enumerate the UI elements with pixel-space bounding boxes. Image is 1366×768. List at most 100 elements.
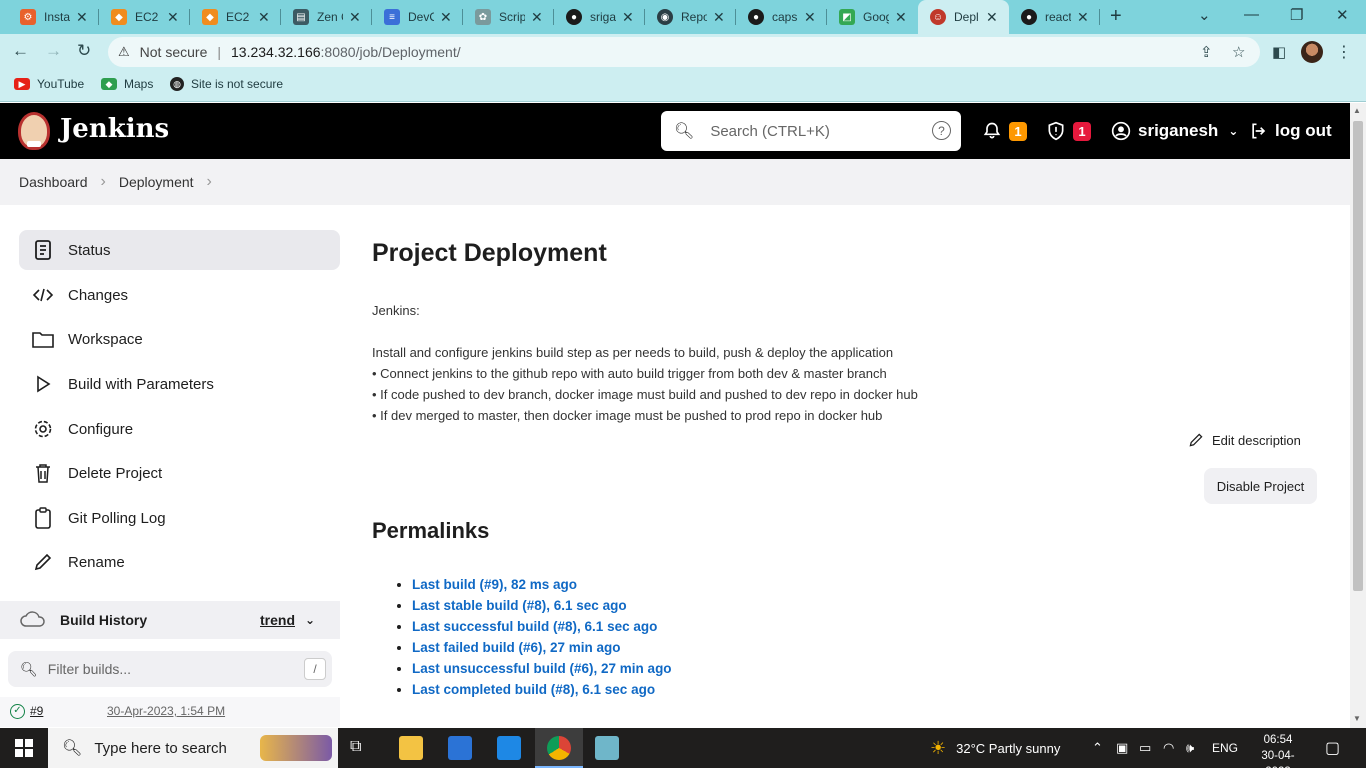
weather-widget[interactable]: ☀ 32°C Partly sunny <box>930 728 1060 768</box>
task-rename[interactable]: Rename <box>19 542 340 582</box>
close-tab-icon[interactable]: ✕ <box>895 9 907 26</box>
taskbar-search[interactable]: 🔍︎ Type here to search <box>48 728 338 768</box>
edit-description-link[interactable]: Edit description <box>1188 432 1301 448</box>
browser-tab[interactable]: ◆ EC2 I ✕ <box>99 0 190 34</box>
task-build-with-parameters[interactable]: Build with Parameters <box>19 364 340 404</box>
scrollbar-thumb[interactable] <box>1353 121 1363 591</box>
close-tab-icon[interactable]: ✕ <box>804 9 816 26</box>
list-item: Last failed build (#6), 27 min ago <box>412 637 672 658</box>
close-tab-icon[interactable]: ✕ <box>440 9 452 26</box>
logout-button[interactable]: log out <box>1249 103 1332 159</box>
minimize-icon[interactable]: — <box>1244 6 1259 23</box>
notification-center-icon[interactable]: ▢ <box>1325 728 1340 768</box>
browser-tab[interactable]: ◉ Repo ✕ <box>645 0 736 34</box>
task-git-polling-log[interactable]: Git Polling Log <box>19 498 340 538</box>
browser-tab[interactable]: ≡ DevO ✕ <box>372 0 463 34</box>
close-window-icon[interactable]: ✕ <box>1336 6 1349 24</box>
share-icon[interactable]: ⇪ <box>1200 43 1213 61</box>
close-tab-icon[interactable]: ✕ <box>1077 9 1089 26</box>
browser-tab[interactable]: ✿ Scrip ✕ <box>463 0 554 34</box>
chevron-down-icon[interactable]: ⌄ <box>305 613 315 627</box>
warning-icon[interactable]: ⚠ <box>118 44 130 60</box>
task-changes[interactable]: Changes <box>19 275 340 315</box>
bookmark-youtube[interactable]: ▶ YouTube <box>14 77 84 91</box>
browser-tab[interactable]: ◩ Goog ✕ <box>827 0 918 34</box>
bell-icon <box>983 122 1001 139</box>
build-date-link[interactable]: 30-Apr-2023, 1:54 PM <box>107 704 225 718</box>
close-tab-icon[interactable]: ✕ <box>167 9 179 26</box>
volume-icon[interactable]: 🕪︎ <box>1186 728 1194 768</box>
close-tab-icon[interactable]: ✕ <box>622 9 634 26</box>
new-tab-button[interactable]: + <box>1110 5 1122 28</box>
profile-avatar[interactable] <box>1301 41 1323 63</box>
security-button[interactable]: 1 <box>1046 103 1091 159</box>
task-configure[interactable]: Configure <box>19 409 340 449</box>
chevron-right-icon[interactable]: › <box>207 173 212 191</box>
permalink-last-unsuccessful[interactable]: Last unsuccessful build (#6), 27 min ago <box>412 661 672 676</box>
permalink-last-completed[interactable]: Last completed build (#8), 6.1 sec ago <box>412 682 655 697</box>
bookmark-site[interactable]: ◍ Site is not secure <box>170 77 283 91</box>
browser-tab[interactable]: ● caps ✕ <box>736 0 827 34</box>
close-tab-icon[interactable]: ✕ <box>531 9 543 26</box>
browser-tab[interactable]: ▤ Zen C ✕ <box>281 0 372 34</box>
build-number-link[interactable]: #9 <box>30 704 43 718</box>
close-tab-icon[interactable]: ✕ <box>258 9 270 26</box>
search-input[interactable]: 🔍︎ Search (CTRL+K) ? <box>661 111 961 151</box>
browser-tab[interactable]: ● sriga ✕ <box>554 0 645 34</box>
address-bar[interactable]: ⚠ Not secure | 13.234.32.166:8080/job/De… <box>108 37 1260 67</box>
mail-icon[interactable] <box>497 736 521 760</box>
jenkins-brand[interactable]: Jenkins <box>60 114 169 144</box>
user-menu[interactable]: sriganesh ⌄ <box>1111 103 1238 159</box>
chevron-right-icon[interactable]: › <box>101 173 106 191</box>
permalink-last-successful[interactable]: Last successful build (#8), 6.1 sec ago <box>412 619 657 634</box>
file-explorer-icon[interactable] <box>399 736 423 760</box>
trend-link[interactable]: trend <box>260 612 295 628</box>
breadcrumb-deployment[interactable]: Deployment <box>119 174 194 190</box>
permalink-last-failed[interactable]: Last failed build (#6), 27 min ago <box>412 640 621 655</box>
task-view-icon[interactable]: ⧉ <box>350 738 361 756</box>
bookmark-star-icon[interactable]: ☆ <box>1232 43 1245 61</box>
clock[interactable]: 06:54 30-04-2023 <box>1250 732 1306 768</box>
store-icon[interactable] <box>448 736 472 760</box>
windows-start-icon[interactable] <box>15 739 33 762</box>
back-icon[interactable]: ← <box>12 41 29 61</box>
help-icon[interactable]: ? <box>932 121 951 140</box>
tray-app-icon[interactable]: ▣ <box>1116 728 1128 768</box>
chrome-taskbar-button[interactable] <box>535 728 583 768</box>
filter-builds-input[interactable]: 🔍︎ Filter builds... / <box>8 651 332 687</box>
jenkins-logo[interactable] <box>18 112 50 150</box>
scroll-down-icon[interactable]: ▼ <box>1353 714 1361 723</box>
scroll-up-icon[interactable]: ▲ <box>1353 106 1361 115</box>
bookmark-maps[interactable]: ◆ Maps <box>101 77 153 91</box>
browser-tab-active[interactable]: ☺ Depl ✕ <box>918 0 1009 34</box>
restore-icon[interactable]: ❐ <box>1290 6 1303 24</box>
task-delete-project[interactable]: Delete Project <box>19 453 340 493</box>
browser-tab[interactable]: ● react ✕ <box>1009 0 1100 34</box>
tray-overflow-icon[interactable]: ⌃ <box>1092 728 1103 768</box>
notifications-button[interactable]: 1 <box>982 103 1027 159</box>
description-point: • Connect jenkins to the github repo wit… <box>372 366 887 381</box>
close-tab-icon[interactable]: ✕ <box>713 9 725 26</box>
page-scrollbar[interactable]: ▲ ▼ <box>1350 103 1366 728</box>
reload-icon[interactable]: ↻ <box>77 41 91 61</box>
close-tab-icon[interactable]: ✕ <box>986 9 998 26</box>
more-menu-icon[interactable]: ⋮ <box>1336 42 1352 62</box>
disable-project-button[interactable]: Disable Project <box>1204 468 1317 504</box>
language-indicator[interactable]: ENG <box>1212 728 1238 768</box>
task-status[interactable]: Status <box>19 230 340 270</box>
browser-tab[interactable]: ⚙ Insta ✕ <box>8 0 99 34</box>
forward-icon[interactable]: → <box>45 41 62 61</box>
wifi-icon[interactable]: ◠ <box>1163 728 1174 768</box>
close-tab-icon[interactable]: ✕ <box>349 9 361 26</box>
close-tab-icon[interactable]: ✕ <box>76 9 88 26</box>
app-icon[interactable] <box>595 736 619 760</box>
task-workspace[interactable]: Workspace <box>19 319 340 359</box>
permalink-last-stable[interactable]: Last stable build (#8), 6.1 sec ago <box>412 598 627 613</box>
breadcrumb-dashboard[interactable]: Dashboard <box>19 174 88 190</box>
side-panel-icon[interactable]: ◧ <box>1272 43 1286 61</box>
browser-tab[interactable]: ◆ EC2 I ✕ <box>190 0 281 34</box>
permalink-last-build[interactable]: Last build (#9), 82 ms ago <box>412 577 577 592</box>
build-row[interactable]: ✓ #9 30-Apr-2023, 1:54 PM <box>0 697 340 727</box>
tab-search-icon[interactable]: ⌄ <box>1198 6 1211 24</box>
battery-icon[interactable]: ▭ <box>1139 728 1151 768</box>
